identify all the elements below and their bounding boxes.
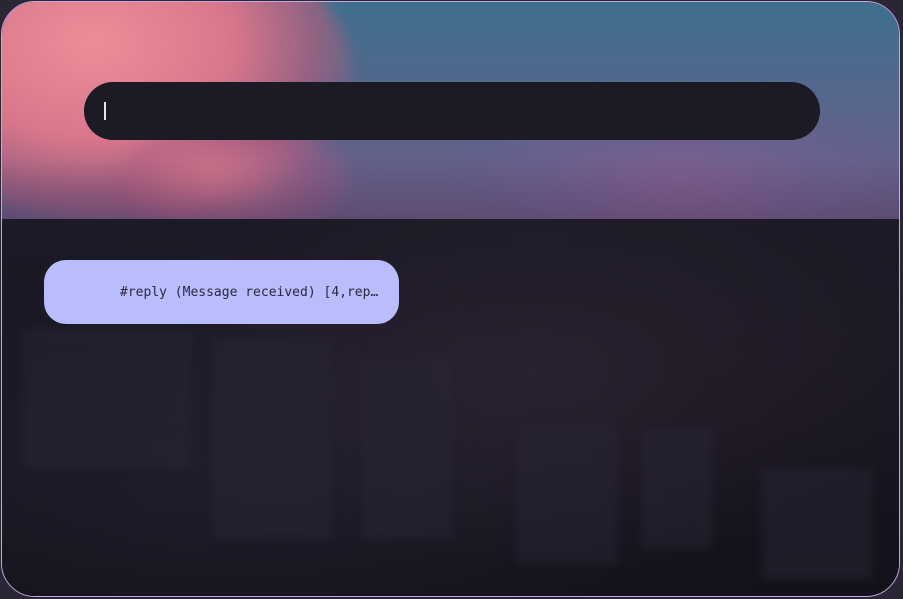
result-item[interactable]: #reply (Message received) [4,reply] <box>44 260 399 324</box>
blurred-building <box>362 359 452 539</box>
search-bar[interactable] <box>84 82 820 140</box>
result-item-label: #reply (Message received) [4,reply] <box>120 284 385 300</box>
blurred-building <box>22 329 192 469</box>
blurred-building <box>212 339 332 539</box>
text-cursor <box>104 102 106 120</box>
blurred-building <box>517 424 617 564</box>
blurred-building <box>642 429 712 549</box>
blurred-building <box>762 469 872 579</box>
launcher-window: #reply (Message received) [4,reply] <box>1 1 900 597</box>
wallpaper-header <box>2 2 899 219</box>
search-input[interactable] <box>104 96 784 126</box>
haze-overlay <box>2 159 899 219</box>
